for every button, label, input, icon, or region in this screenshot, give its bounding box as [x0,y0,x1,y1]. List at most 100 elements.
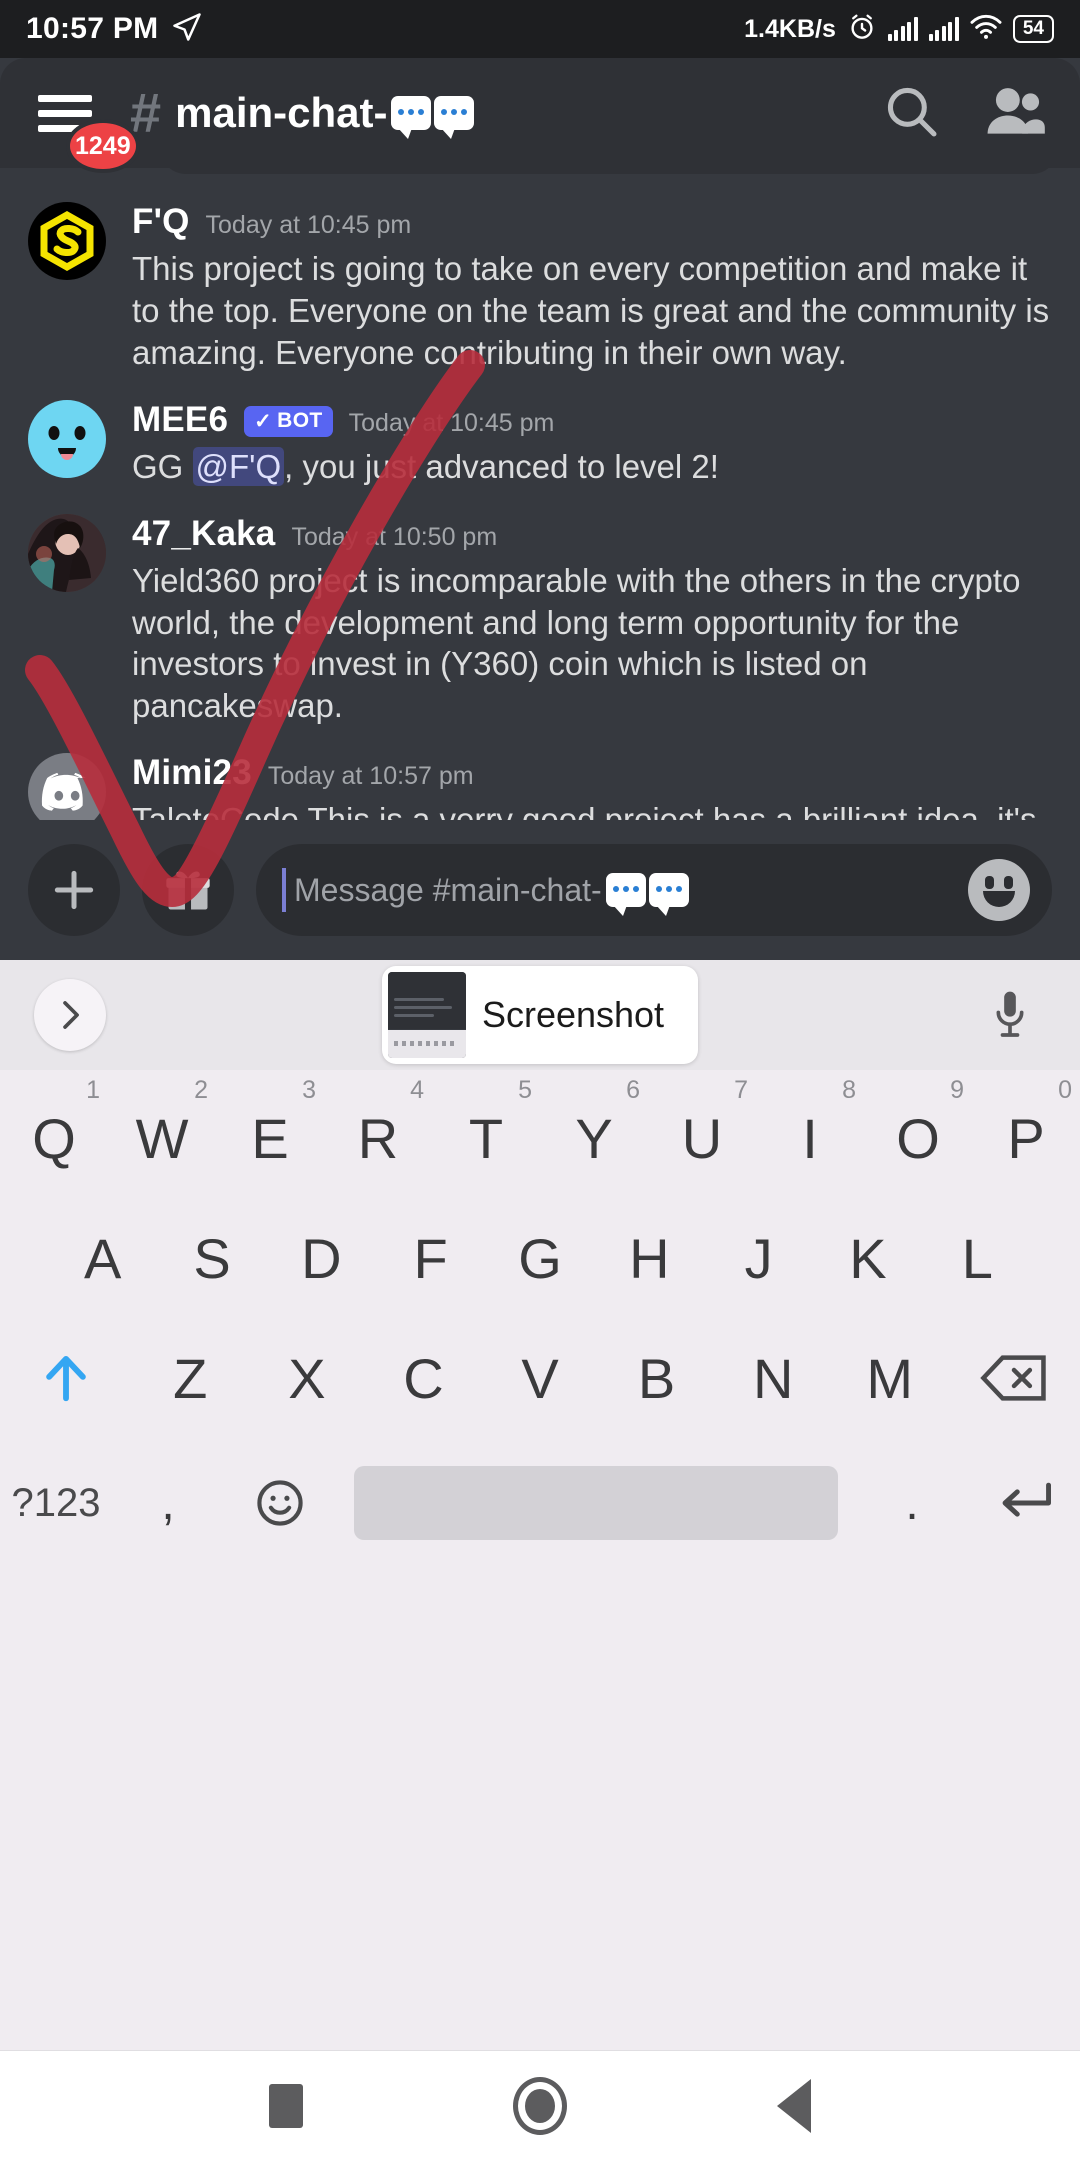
members-icon[interactable] [984,82,1046,145]
key-l[interactable]: L [923,1198,1032,1318]
on-screen-keyboard[interactable]: 1Q 2W 3E 4R 5T 6Y 7U 8I 9O 0P A S D F G … [0,1070,1080,2050]
message-text: Yield360 project is incomparable with th… [132,561,1021,725]
clipboard-chip-label: Screenshot [481,994,665,1035]
key-u[interactable]: 7U [648,1076,756,1198]
clipboard-screenshot-chip[interactable]: Screenshot [381,966,699,1064]
key-h[interactable]: H [595,1198,704,1318]
key-w[interactable]: 2W [108,1076,216,1198]
key-num: 5 [518,1076,532,1104]
avatar[interactable] [28,399,106,478]
comma-key[interactable]: , [112,1438,224,1568]
message-author[interactable]: 47_Kaka [132,514,275,554]
recents-square-icon[interactable] [269,2083,303,2128]
backspace-icon[interactable] [948,1318,1080,1438]
key-num: 0 [1058,1076,1072,1104]
key-label: X [288,1346,326,1410]
key-t[interactable]: 5T [432,1076,540,1198]
unread-count-badge: 1249 [66,119,140,173]
key-num: 6 [626,1076,640,1104]
key-i[interactable]: 8I [756,1076,864,1198]
key-n[interactable]: N [715,1318,832,1438]
key-c[interactable]: C [365,1318,482,1438]
key-e[interactable]: 3E [216,1076,324,1198]
key-label: W [135,1106,189,1170]
key-y[interactable]: 6Y [540,1076,648,1198]
key-label: A [83,1226,122,1290]
key-label: R [357,1106,399,1170]
message-row[interactable]: 47_Kaka Today at 10:50 pm Yield360 proje… [0,513,1080,728]
plus-icon[interactable] [28,844,120,936]
keyboard-row-1: 1Q 2W 3E 4R 5T 6Y 7U 8I 9O 0P [0,1076,1080,1198]
network-speed-label: 1.4KB/s [744,14,836,43]
screenshot-thumbnail [387,972,466,1058]
key-d[interactable]: D [267,1198,376,1318]
space-key[interactable] [354,1466,838,1540]
channel-name-text: main-chat- [175,89,388,136]
bot-badge-label: BOT [277,409,323,433]
key-a[interactable]: A [48,1198,157,1318]
home-circle-icon[interactable] [513,2076,567,2135]
emoji-smiley-icon[interactable] [224,1438,336,1568]
user-mention[interactable]: @F'Q [192,446,285,486]
key-label: S [193,1226,231,1290]
message-timestamp: Today at 10:45 pm [348,408,555,437]
key-label: E [251,1106,289,1170]
key-label: O [896,1106,940,1170]
back-triangle-icon[interactable] [777,2078,811,2133]
message-text-before: GG [132,447,193,485]
key-b[interactable]: B [598,1318,715,1438]
key-num: 8 [842,1076,856,1104]
message-author[interactable]: Mimi23 [132,753,252,793]
android-nav-bar [0,2050,1080,2160]
key-m[interactable]: M [831,1318,948,1438]
key-r[interactable]: 4R [324,1076,432,1198]
alarm-clock-icon [847,12,877,47]
avatar[interactable] [28,513,106,592]
key-label: I [802,1106,818,1170]
message-text-after: , you just advanced to level 2! [284,447,719,485]
battery-indicator: 54 [1012,15,1054,43]
period-key[interactable]: . [856,1438,968,1568]
search-icon[interactable] [882,82,940,145]
smiley-face-icon[interactable] [968,859,1030,921]
key-num: 2 [194,1076,208,1104]
key-label: L [961,1226,993,1290]
key-g[interactable]: G [485,1198,594,1318]
message-row[interactable]: MEE6 ✓ BOT Today at 10:45 pm GG @F'Q, yo… [0,399,1080,488]
key-num: 1 [86,1076,100,1104]
message-input-placeholder: Message #main-chat- [294,872,968,916]
key-label: H [629,1226,670,1290]
key-label: N [752,1346,794,1410]
bot-badge: ✓ BOT [244,405,333,437]
key-s[interactable]: S [157,1198,266,1318]
key-k[interactable]: K [813,1198,922,1318]
gift-icon[interactable] [142,844,234,936]
key-label: F [413,1226,448,1290]
key-x[interactable]: X [249,1318,366,1438]
speech-balloon-icon [648,873,689,916]
key-label: D [301,1226,342,1290]
symbols-key[interactable]: ?123 [0,1438,112,1568]
key-o[interactable]: 9O [864,1076,972,1198]
enter-arrow-icon[interactable] [968,1438,1080,1568]
keyboard-row-3: Z X C V B N M [0,1318,1080,1438]
hamburger-menu-icon[interactable]: 1249 [34,89,140,173]
message-author[interactable]: F'Q [132,202,190,242]
microphone-icon[interactable] [974,979,1046,1051]
key-j[interactable]: J [704,1198,813,1318]
message-timestamp: Today at 10:57 pm [267,762,474,791]
key-f[interactable]: F [376,1198,485,1318]
message-row[interactable]: F'Q Today at 10:45 pm This project is go… [0,202,1080,374]
avatar[interactable] [28,202,106,280]
key-z[interactable]: Z [132,1318,249,1438]
chevron-right-icon[interactable] [34,979,106,1051]
key-q[interactable]: 1Q [0,1076,108,1198]
key-label: Z [173,1346,208,1410]
search-input[interactable]: Message #main-chat- [256,844,1052,936]
key-v[interactable]: V [482,1318,599,1438]
key-label: T [468,1106,504,1170]
message-author[interactable]: MEE6 [132,400,228,440]
shift-arrow-icon[interactable] [0,1318,132,1438]
key-p[interactable]: 0P [972,1076,1080,1198]
key-label: Q [32,1106,76,1170]
